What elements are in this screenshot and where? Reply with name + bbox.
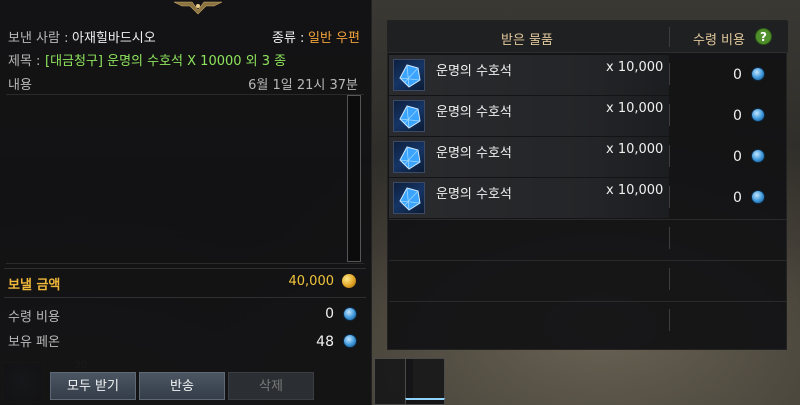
column-divider	[669, 268, 670, 290]
content-row: 내용 6월 1일 21시 37분	[0, 74, 372, 93]
guardian-stone-icon	[393, 59, 425, 91]
pheon-coin-icon	[751, 67, 765, 81]
column-divider	[669, 227, 670, 249]
item-quantity: x 10,000	[606, 60, 664, 75]
mail-type-value: 일반 우편	[308, 31, 360, 46]
pheon-coin-icon	[751, 149, 765, 163]
pheon-coin-icon	[751, 190, 765, 204]
item-quantity: x 10,000	[606, 183, 664, 198]
item-cell: 운명의 수호석 x 10,000	[389, 178, 669, 218]
mail-type-label: 종류 :	[272, 31, 305, 46]
receive-fee-value: 0	[325, 306, 334, 322]
item-row[interactable]: 운명의 수호석 x 10,000 0	[388, 55, 788, 95]
sender-name: 아재힐바드시오	[72, 31, 156, 46]
mail-detail-panel: 보낸 사람 : 아재힐바드시오 종류 : 일반 우편 제목 : [대금청구] 운…	[0, 0, 372, 405]
item-row[interactable]: 운명의 수호석 x 10,000 0	[388, 137, 788, 177]
item-fee: 0	[733, 190, 742, 206]
subject-label: 제목 :	[8, 54, 41, 69]
send-amount-value: 40,000	[288, 274, 335, 289]
item-cell: 운명의 수호석 x 10,000	[389, 137, 669, 177]
subject-row: 제목 : [대금청구] 운명의 수호석 X 10000 외 3 종	[0, 50, 372, 69]
items-table-header: 받은 물품 수령 비용 ?	[388, 21, 788, 53]
item-quantity: x 10,000	[606, 142, 664, 157]
pheon-coin-icon	[343, 334, 357, 348]
item-fee: 0	[733, 149, 742, 165]
help-icon[interactable]: ?	[755, 28, 772, 45]
item-fee: 0	[733, 67, 742, 83]
item-row[interactable]: 운명의 수호석 x 10,000 0	[388, 96, 788, 136]
column-divider	[669, 309, 670, 331]
column-divider	[669, 186, 670, 208]
ornament-icon	[173, 1, 223, 15]
receive-fee-row: 수령 비용 0	[0, 306, 372, 325]
pheon-coin-icon	[751, 108, 765, 122]
sender-label: 보낸 사람 :	[8, 31, 69, 46]
header-received-items: 받은 물품	[501, 33, 553, 48]
item-row[interactable]: 운명의 수호석 x 10,000 0	[388, 178, 788, 218]
mail-body-scrollbar[interactable]	[347, 95, 361, 262]
item-name: 운명의 수호석	[436, 146, 512, 161]
item-name: 운명의 수호석	[436, 187, 512, 202]
item-name: 운명의 수호석	[436, 64, 512, 79]
pheon-coin-icon	[343, 307, 357, 321]
received-items-panel: 받은 물품 수령 비용 ? 운명의 수호석 x 10,000 0 운명의 수호석…	[387, 20, 788, 350]
item-quantity: x 10,000	[606, 101, 664, 116]
guardian-stone-icon	[393, 182, 425, 214]
subject-value: [대금청구] 운명의 수호석 X 10000 외 3 종	[45, 54, 287, 69]
send-amount-row: 보낼 금액 40,000	[0, 274, 372, 294]
column-divider	[669, 145, 670, 167]
gold-coin-icon	[342, 274, 356, 288]
content-label: 내용	[8, 78, 32, 93]
row-divider	[389, 219, 787, 220]
mail-body	[6, 94, 364, 264]
background-slot-active	[405, 398, 445, 405]
header-receive-fee: 수령 비용	[693, 33, 745, 48]
owned-pheon-row: 보유 페온 48	[0, 331, 372, 350]
item-cell: 운명의 수호석 x 10,000	[389, 55, 669, 95]
column-divider	[669, 63, 670, 85]
row-divider	[389, 260, 787, 261]
column-divider	[669, 27, 670, 47]
receive-all-button[interactable]: 모두 받기	[50, 372, 136, 400]
item-cell: 운명의 수호석 x 10,000	[389, 96, 669, 136]
return-button[interactable]: 반송	[139, 372, 225, 400]
guardian-stone-icon	[393, 141, 425, 173]
owned-pheon-value: 48	[316, 334, 334, 350]
divider	[4, 268, 366, 269]
receive-fee-label: 수령 비용	[8, 310, 60, 325]
row-divider	[389, 301, 787, 302]
guardian-stone-icon	[393, 100, 425, 132]
send-amount-label: 보낼 금액	[8, 278, 61, 293]
item-fee: 0	[733, 108, 742, 124]
divider	[4, 297, 366, 298]
column-divider	[669, 104, 670, 126]
mail-date: 6월 1일 21시 37분	[248, 78, 358, 93]
delete-button[interactable]: 삭제	[228, 372, 314, 400]
owned-pheon-label: 보유 페온	[8, 335, 60, 350]
sender-row: 보낸 사람 : 아재힐바드시오 종류 : 일반 우편	[0, 27, 372, 46]
item-name: 운명의 수호석	[436, 105, 512, 120]
